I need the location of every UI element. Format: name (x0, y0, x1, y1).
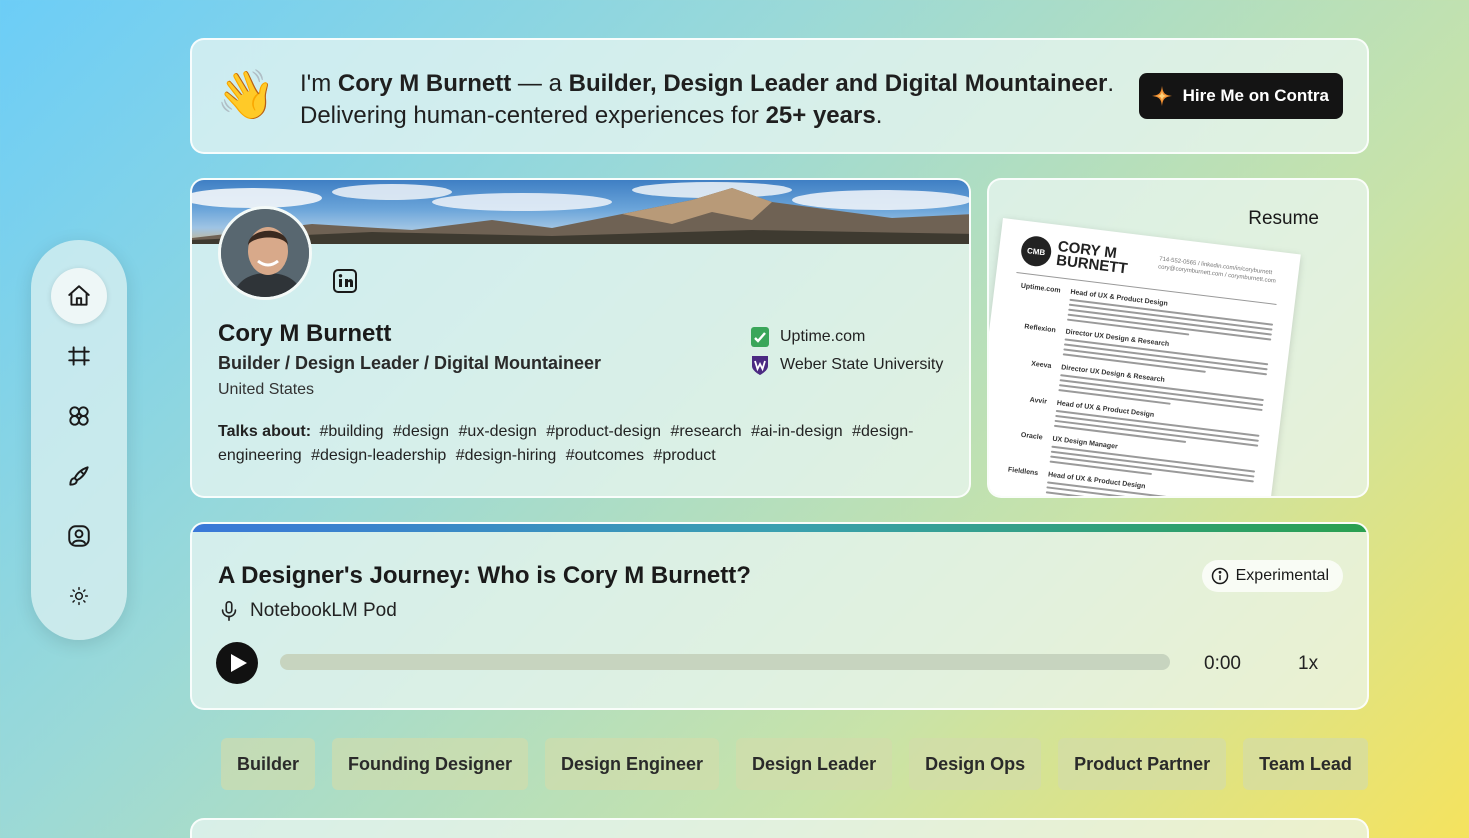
resume-contact: 714-552-0565 / linkedin.com/in/coryburne… (1157, 256, 1277, 285)
podcast-title: A Designer's Journey: Who is Cory M Burn… (218, 562, 751, 589)
hashtag[interactable]: #design (393, 423, 449, 440)
profile-headline: Builder / Design Leader / Digital Mounta… (218, 353, 602, 373)
role-chip[interactable]: Builder (221, 738, 316, 790)
brain-icon (69, 406, 89, 426)
playback-speed-button[interactable]: 1x (1298, 653, 1318, 675)
role-chip[interactable]: Design Engineer (545, 738, 720, 790)
hashtag[interactable]: #research (670, 423, 741, 440)
sun-icon (69, 586, 89, 606)
intro-banner: 👋 I'm Cory M Burnett — a Builder, Design… (190, 38, 1369, 154)
profile-location: United States (218, 381, 315, 398)
hashtag[interactable]: #ai-in-design (751, 423, 843, 440)
podcast-source: NotebookLM Pod (218, 600, 397, 622)
hashtag[interactable]: #building (320, 423, 384, 440)
intro-name: Cory M Burnett (337, 70, 512, 97)
nav-brain[interactable] (51, 388, 107, 444)
hashtag[interactable]: #product-design (546, 423, 661, 440)
resume-job: Uptime.com Head of UX & Product Design (1011, 281, 1279, 341)
sidebar-nav (31, 240, 127, 640)
resume-card[interactable]: Resume CMB CORY M BURNETT 714-552-0565 /… (987, 178, 1369, 498)
intro-text: I'm Cory M Burnett — a Builder, Design L… (300, 68, 1114, 132)
brush-icon (69, 466, 89, 486)
role-chip[interactable]: Team Lead (1243, 738, 1368, 790)
resume-label: Resume (1248, 208, 1319, 229)
role-chip[interactable]: Design Leader (736, 738, 893, 790)
role-chip[interactable]: Founding Designer (332, 738, 529, 790)
talks-about-label: Talks about: (218, 423, 312, 440)
hashtag[interactable]: #product (653, 447, 715, 464)
contra-star-icon (1151, 85, 1172, 107)
intro-line-2: Delivering human-centered experiences fo… (300, 102, 883, 129)
hashtag[interactable]: #design-leadership (311, 447, 446, 464)
user-circle-icon (68, 525, 90, 547)
intro-line-1: I'm Cory M Burnett — a Builder, Design L… (300, 70, 1115, 97)
resume-header: CMB CORY M BURNETT (1019, 234, 1130, 278)
hire-me-button[interactable]: Hire Me on Contra (1138, 73, 1343, 119)
org-uptime[interactable]: Uptime.com (750, 326, 865, 348)
info-icon (1211, 567, 1228, 585)
audio-time: 0:00 (1204, 653, 1241, 674)
linkedin-icon[interactable] (332, 268, 358, 294)
frame-icon (68, 346, 90, 366)
audio-progress-slider[interactable] (280, 654, 1170, 670)
uptime-logo-icon (751, 327, 769, 347)
intro-years: 25+ years (765, 102, 876, 129)
play-button[interactable] (216, 642, 258, 684)
microphone-icon (221, 601, 237, 621)
resume-monogram: CMB (1019, 234, 1053, 269)
resume-preview[interactable]: CMB CORY M BURNETT 714-552-0565 / linked… (989, 218, 1301, 496)
profile-name: Cory M Burnett (218, 320, 392, 347)
profile-card: Cory M Burnett Builder / Design Leader /… (190, 178, 971, 498)
role-chip[interactable]: Product Partner (1058, 738, 1227, 790)
nav-theme-toggle[interactable] (51, 568, 107, 624)
podcast-accent-bar (192, 524, 1367, 532)
weber-state-logo-icon (752, 356, 768, 375)
nav-home[interactable] (51, 268, 107, 324)
hashtag[interactable]: #ux-design (459, 423, 537, 440)
profile-avatar (218, 206, 312, 300)
hashtag[interactable]: #outcomes (566, 447, 644, 464)
nav-frame[interactable] (51, 328, 107, 384)
role-chips: Builder Founding Designer Design Enginee… (221, 738, 1368, 790)
play-icon (230, 654, 247, 672)
home-icon (68, 285, 90, 306)
hashtag[interactable]: #design-hiring (456, 447, 557, 464)
role-chip[interactable]: Design Ops (909, 738, 1042, 790)
waving-hand-icon: 👋 (216, 69, 276, 122)
podcast-player-card: A Designer's Journey: Who is Cory M Burn… (190, 522, 1369, 710)
experimental-badge[interactable]: Experimental (1201, 560, 1343, 592)
nav-brush[interactable] (51, 448, 107, 504)
intro-roles: Builder, Design Leader and Digital Mount… (568, 70, 1108, 97)
talks-about: Talks about: #building #design #ux-desig… (218, 420, 918, 468)
nav-profile[interactable] (51, 508, 107, 564)
next-section-card (190, 818, 1369, 838)
org-weber-state[interactable]: Weber State University (750, 354, 943, 376)
resume-name: CORY M BURNETT (1055, 237, 1129, 278)
